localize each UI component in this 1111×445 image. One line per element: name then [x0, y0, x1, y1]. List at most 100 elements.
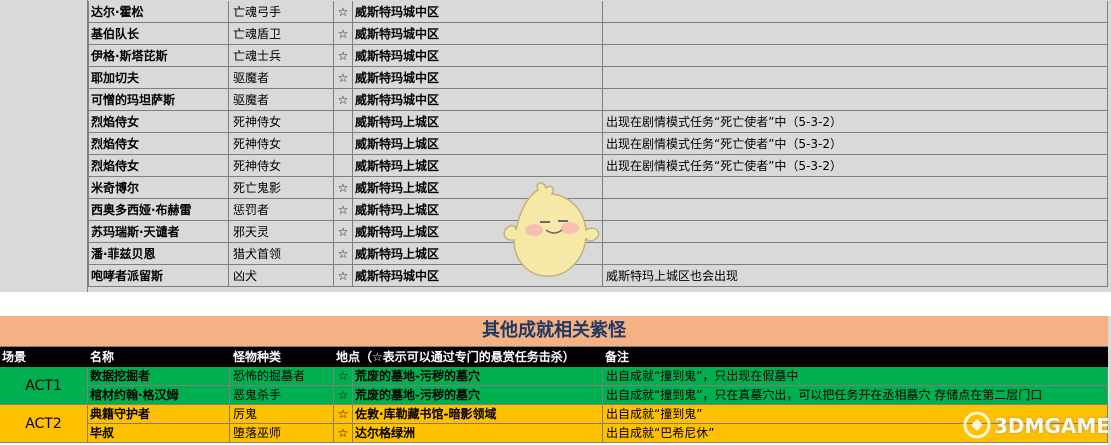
monster-name-cell: 潘·菲兹贝恩	[88, 243, 229, 265]
bounty-star-cell: ☆	[334, 177, 353, 199]
bounty-star-cell: ☆	[334, 23, 353, 45]
table-row: 毕叔 堕落巫师 ☆ 达尔格绿洲 出自成就“巴希尼休”	[88, 424, 1108, 443]
monster-type-cell: 死神侍女	[229, 111, 334, 133]
location-cell: 威斯特玛城中区	[353, 67, 603, 89]
watermark: 3DMGAME	[962, 410, 1110, 442]
monster-type-cell: 驱魔者	[229, 67, 334, 89]
table-row: 达尔·霍松 亡魂弓手 ☆ 威斯特玛城中区	[0, 1, 1111, 23]
monster-type-cell: 堕落巫师	[230, 424, 334, 443]
table-row: 数据挖掘者 恐怖的掘墓者 ☆ 荒废的墓地-污秽的墓穴 出自成就“撞到鬼”，只出现在假墓中	[88, 367, 1108, 386]
location-cell: 荒废的墓地-污秽的墓穴	[353, 386, 603, 405]
bounty-star-cell: ☆	[334, 45, 353, 67]
monster-type-cell: 亡魂弓手	[229, 1, 334, 23]
monster-type-cell: 惩罚者	[229, 199, 334, 221]
monster-type-cell: 驱魔者	[229, 89, 334, 111]
section-title: 其他成就相关紫怪	[0, 316, 1108, 347]
location-cell: 威斯特玛上城区	[353, 155, 603, 177]
note-cell: 出自成就“撞到鬼”，只出现在假墓中	[603, 367, 1108, 386]
monster-type-cell: 厉鬼	[230, 405, 334, 424]
monster-name-cell: 西奥多西娅·布赫雷	[88, 199, 229, 221]
monster-name-cell: 烈焰侍女	[88, 111, 229, 133]
table-row: 伊格·斯塔芘斯 亡魂士兵 ☆ 威斯特玛城中区	[0, 45, 1111, 67]
note-cell: 出自成就“撞到鬼”，只在真墓穴出，可以把任务开在丞相墓穴 存储点在第二层门口	[603, 386, 1108, 405]
location-cell: 威斯特玛城中区	[353, 1, 603, 23]
monster-type-cell: 死神侍女	[229, 133, 334, 155]
monster-name-cell: 可憎的玛坦萨斯	[88, 89, 229, 111]
note-cell	[603, 45, 1108, 67]
note-cell: 威斯特玛上城区也会出现	[603, 265, 1108, 287]
monster-name-cell: 棺材约翰·格汉姆	[88, 386, 230, 405]
header-note: 备注	[605, 350, 630, 364]
mascot-icon	[503, 182, 600, 277]
table-row: 烈焰侍女 死神侍女 威斯特玛上城区 出现在剧情模式任务“死亡使者”中（5-3-2）	[0, 133, 1111, 155]
location-cell: 威斯特玛城中区	[353, 89, 603, 111]
note-cell	[603, 177, 1108, 199]
header-type: 怪物种类	[233, 350, 282, 364]
bounty-star-cell	[334, 111, 353, 133]
monster-name-cell: 烈焰侍女	[88, 133, 229, 155]
monster-name-cell: 典籍守护者	[88, 405, 230, 424]
monster-name-cell: 咆哮者派留斯	[88, 265, 229, 287]
monster-name-cell: 达尔·霍松	[88, 1, 229, 23]
bounty-star-cell: ☆	[334, 243, 353, 265]
blank-row	[0, 292, 1111, 316]
location-cell: 威斯特玛上城区	[353, 133, 603, 155]
note-cell	[603, 89, 1108, 111]
monster-type-cell: 死神侍女	[229, 155, 334, 177]
note-cell	[603, 67, 1108, 89]
monster-type-cell: 亡魂士兵	[229, 45, 334, 67]
bounty-star-cell: ☆	[334, 1, 353, 23]
header-name: 名称	[90, 350, 115, 364]
bounty-star-cell: ☆	[334, 67, 353, 89]
table-row: 烈焰侍女 死神侍女 威斯特玛上城区 出现在剧情模式任务“死亡使者”中（5-3-2）	[0, 155, 1111, 177]
monster-type-cell: 恶鬼杀手	[230, 386, 334, 405]
note-cell: 出现在剧情模式任务“死亡使者”中（5-3-2）	[603, 133, 1108, 155]
monster-name-cell: 耶加切夫	[88, 67, 229, 89]
note-cell	[603, 199, 1108, 221]
bounty-star-cell: ☆	[334, 386, 353, 405]
location-cell: 荒废的墓地-污秽的墓穴	[353, 367, 603, 386]
bounty-star-cell: ☆	[334, 405, 353, 424]
location-cell: 威斯特玛上城区	[353, 111, 603, 133]
bounty-star-cell: ☆	[334, 89, 353, 111]
table-row: 可憎的玛坦萨斯 驱魔者 ☆ 威斯特玛城中区	[0, 89, 1111, 111]
act-label: ACT2	[0, 405, 88, 443]
note-cell	[603, 1, 1108, 23]
monster-name-cell: 毕叔	[88, 424, 230, 443]
bounty-star-cell: ☆	[334, 199, 353, 221]
note-cell: 出现在剧情模式任务“死亡使者”中（5-3-2）	[603, 155, 1108, 177]
bounty-star-cell: ☆	[334, 221, 353, 243]
watermark-logo-icon	[963, 411, 991, 439]
table-row: 棺材约翰·格汉姆 恶鬼杀手 ☆ 荒废的墓地-污秽的墓穴 出自成就“撞到鬼”，只在真墓穴出…	[88, 386, 1108, 405]
note-cell: 出现在剧情模式任务“死亡使者”中（5-3-2）	[603, 111, 1108, 133]
note-cell	[603, 221, 1108, 243]
monster-name-cell: 烈焰侍女	[88, 155, 229, 177]
bounty-star-cell: ☆	[334, 265, 353, 287]
header-location: 地点（☆表示可以通过专门的悬赏任务击杀）	[336, 350, 575, 364]
bounty-star-cell: ☆	[334, 367, 353, 386]
table-row: 典籍守护者 厉鬼 ☆ 佐敦·库勒藏书馆-暗影领域 出自成就“撞到鬼”	[88, 405, 1108, 424]
watermark-text: 3DMGAME	[994, 414, 1110, 438]
monster-type-cell: 亡魂盾卫	[229, 23, 334, 45]
location-cell: 威斯特玛城中区	[353, 45, 603, 67]
table-row: 耶加切夫 驱魔者 ☆ 威斯特玛城中区	[0, 67, 1111, 89]
note-cell	[603, 243, 1108, 265]
bounty-star-cell	[334, 133, 353, 155]
monster-name-cell: 基伯队长	[88, 23, 229, 45]
monster-name-cell: 伊格·斯塔芘斯	[88, 45, 229, 67]
table-row: 基伯队长 亡魂盾卫 ☆ 威斯特玛城中区	[0, 23, 1111, 45]
location-cell: 达尔格绿洲	[353, 424, 603, 443]
location-cell: 威斯特玛城中区	[353, 23, 603, 45]
monster-name-cell: 米奇博尔	[88, 177, 229, 199]
monster-type-cell: 猎犬首领	[229, 243, 334, 265]
monster-name-cell: 数据挖掘者	[88, 367, 230, 386]
monster-name-cell: 苏玛瑞斯·天谴者	[88, 221, 229, 243]
act-label: ACT1	[0, 367, 88, 405]
bounty-star-cell	[334, 155, 353, 177]
monster-type-cell: 死亡鬼影	[229, 177, 334, 199]
header-row: 场景 名称 怪物种类 地点（☆表示可以通过专门的悬赏任务击杀） 备注	[0, 347, 1108, 367]
monster-type-cell: 恐怖的掘墓者	[230, 367, 334, 386]
monster-type-cell: 邪天灵	[229, 221, 334, 243]
header-scene: 场景	[2, 350, 27, 364]
location-cell: 佐敦·库勒藏书馆-暗影领域	[353, 405, 603, 424]
